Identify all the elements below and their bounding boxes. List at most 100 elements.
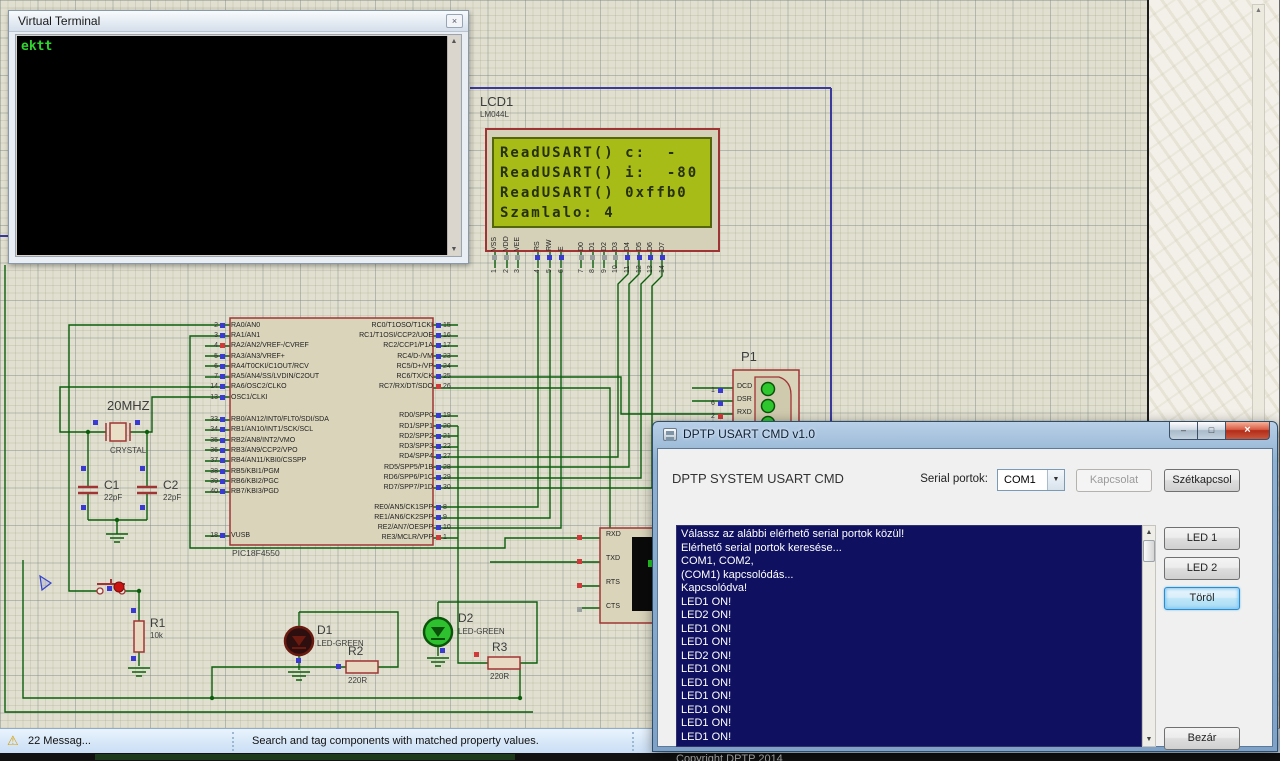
pin-square [625,255,631,260]
mcu-pin: RC0/T1OSO/T1CKI 15 [371,321,451,329]
lcd-pin: D4 11 [624,242,632,273]
button-actuator-icon[interactable] [113,581,125,593]
lcd-pin: D6 13 [647,242,655,273]
crystal-name: CRYSTAL [110,446,147,455]
serial-port-select[interactable]: COM1 ▼ [997,469,1065,491]
virtual-terminal-scrollbar[interactable]: ▲ ▼ [447,36,460,255]
close-icon[interactable]: × [446,14,463,28]
pin-square [436,514,441,520]
vterm-pin-squares [577,535,582,631]
led2-button[interactable]: LED 2 [1164,557,1240,580]
vterm-pin-labels: RXD TXD RTS CTS [606,531,621,610]
dptp-titlebar[interactable]: DPTP USART CMD v1.0 [663,427,815,441]
mcu-pin: RD5/SPP5/P1B 28 [383,463,451,471]
pin-square [220,363,225,369]
status-hint-text: Search and tag components with matched p… [252,735,539,747]
mcu-part-label: PIC18F4550 [232,548,280,558]
resistor-r3[interactable] [487,656,521,670]
maximize-button[interactable]: □ [1198,422,1225,440]
r3-value: 220R [490,672,510,681]
minimize-button[interactable]: – [1169,422,1198,440]
close-dialog-button[interactable]: Bezár [1164,727,1240,750]
pin-square [577,583,582,588]
pin-square [436,423,441,429]
pin-square [220,489,225,495]
console-line: LED1 ON! [681,717,732,729]
status-separator [632,732,634,751]
d2-ref: D2 [458,611,474,625]
dptp-window[interactable]: DPTP USART CMD v1.0 – □ × DPTP SYSTEM US… [652,421,1278,761]
app-icon [663,427,677,441]
pin-square [220,447,225,453]
console-line: Elérhető serial portok keresése... [681,541,842,554]
lcd-pin: D2 9 [600,242,608,273]
status-message-count[interactable]: 22 Messag... [28,735,91,747]
status-separator [232,732,234,751]
close-button[interactable]: × [1225,422,1270,440]
disconnect-button[interactable]: Szétkapcsol [1164,469,1240,492]
console-line: LED2 ON! [681,609,732,621]
scroll-up-icon[interactable]: ▲ [1143,526,1155,539]
c2-value: 22pF [163,493,182,502]
lcd-display-line: Szamlalo: 4 [500,205,615,221]
pin-square [648,255,654,260]
mcu-pin: RE2/AN7/OESPP 10 [377,524,451,532]
console-line: LED1 ON! [681,595,732,608]
pin-square [577,559,582,564]
connect-button[interactable]: Kapcsolat [1076,469,1152,492]
virtual-terminal-titlebar[interactable]: Virtual Terminal [9,11,468,32]
lcd-ref: LCD1 [480,94,514,109]
pin-square [613,255,619,260]
console-line: Kapcsolódva! [681,582,748,594]
warning-icon: ⚠ [7,733,19,748]
console-line: LED1 ON! [681,703,732,716]
virtual-terminal-window[interactable]: Virtual Terminal × ektt ▲ ▼ [8,10,469,264]
d1-part: LED-GREEN [317,639,364,648]
pin-square [220,374,225,380]
pin-square [636,255,642,260]
crystal-body[interactable] [109,422,127,442]
mcu-pin: RE3/MCLR/VPP 1 [381,534,447,542]
console-line: LED1 ON! [681,690,732,702]
console-scrollbar[interactable]: ▲ ▼ [1142,525,1156,747]
dptp-console[interactable]: Válassz az alábbi elérhető serial portok… [676,525,1142,747]
scroll-up-icon[interactable]: ▲ [1253,7,1264,14]
pin-square [436,504,441,510]
lcd-pin: VEE 3 [514,236,522,273]
pin-square [220,332,225,338]
scroll-down-icon[interactable]: ▼ [1143,733,1155,746]
lcd-display-line: ReadUSART() 0xffb0 [500,185,688,201]
console-line: LED1 ON! [681,730,732,743]
lcd-pin: D1 8 [589,242,597,273]
pin-square [220,468,225,474]
copyright-text: Copyright DPTP 2014 [676,753,783,761]
d2-part: LED-GREEN [458,627,505,636]
clear-button[interactable]: Töröl [1164,587,1240,610]
scroll-up-icon[interactable]: ▲ [448,38,460,45]
mcu-pin: RC6/TX/CK 25 [396,373,451,381]
lcd-part: LM044L [480,110,509,119]
console-line: (COM1) kapcsolódás... [681,568,794,581]
pushbutton[interactable] [96,587,104,595]
scroll-down-icon[interactable]: ▼ [448,246,460,253]
pin-square [492,255,498,260]
resistor-r2[interactable] [345,660,379,674]
pin-square [547,255,553,260]
mcu-pin: RC4/D-/VM 23 [397,352,451,360]
pin-square [220,458,225,464]
lcd-pin: D0 7 [577,242,585,273]
pin-square [601,255,607,260]
console-line: LED1 ON! [681,622,732,635]
led1-button[interactable]: LED 1 [1164,527,1240,550]
scrollbar-thumb[interactable] [1143,540,1155,562]
pin-square [436,525,441,531]
virtual-terminal-console[interactable]: ektt [17,36,447,255]
pin-square [220,353,225,359]
console-line: LED1 ON! [681,636,732,648]
lcd-display: ReadUSART() c: - ReadUSART() i: -80 ReadUS… [492,137,712,228]
lcd-pin: VDD 2 [502,236,510,273]
pin-square [220,427,225,433]
chevron-down-icon[interactable]: ▼ [1047,470,1064,490]
resistor-r1[interactable] [133,620,145,653]
pin-square [436,464,441,470]
